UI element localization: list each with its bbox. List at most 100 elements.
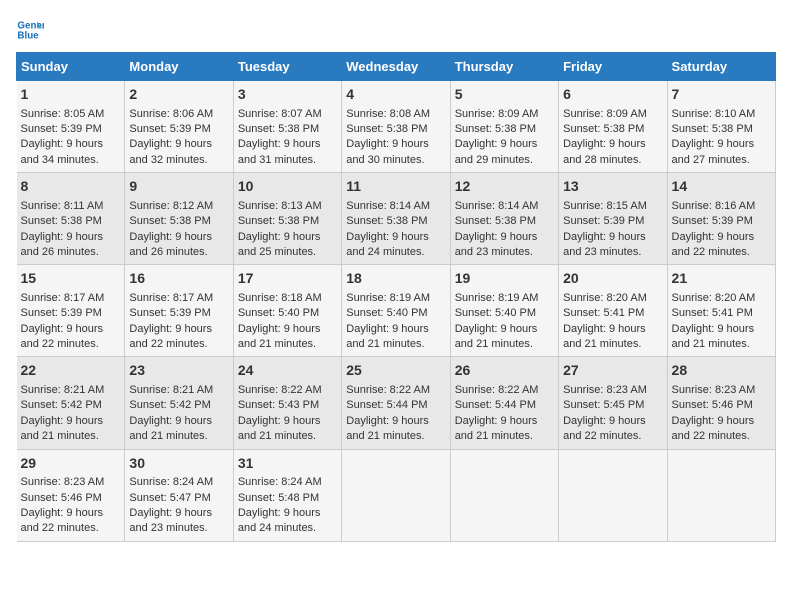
calendar-cell: 11Sunrise: 8:14 AMSunset: 5:38 PMDayligh… [342,173,450,265]
daylight-text: Daylight: 9 hours and 22 minutes. [672,415,755,442]
daylight-text: Daylight: 9 hours and 21 minutes. [238,415,321,442]
day-number: 18 [346,269,445,289]
day-number: 21 [672,269,771,289]
daylight-text: Daylight: 9 hours and 21 minutes. [129,415,212,442]
day-header-wednesday: Wednesday [342,53,450,81]
day-number: 11 [346,177,445,197]
day-number: 26 [455,361,554,381]
day-number: 2 [129,85,228,105]
calendar-cell: 5Sunrise: 8:09 AMSunset: 5:38 PMDaylight… [450,81,558,173]
day-number: 19 [455,269,554,289]
sunset-text: Sunset: 5:44 PM [346,399,427,411]
calendar-cell [667,449,775,541]
daylight-text: Daylight: 9 hours and 31 minutes. [238,138,321,165]
sunset-text: Sunset: 5:38 PM [672,123,753,135]
calendar-cell: 18Sunrise: 8:19 AMSunset: 5:40 PMDayligh… [342,265,450,357]
day-number: 27 [563,361,662,381]
calendar-cell: 27Sunrise: 8:23 AMSunset: 5:45 PMDayligh… [559,357,667,449]
sunrise-text: Sunrise: 8:19 AM [455,292,539,304]
sunset-text: Sunset: 5:38 PM [238,215,319,227]
calendar-cell: 2Sunrise: 8:06 AMSunset: 5:39 PMDaylight… [125,81,233,173]
daylight-text: Daylight: 9 hours and 21 minutes. [455,415,538,442]
sunset-text: Sunset: 5:43 PM [238,399,319,411]
sunset-text: Sunset: 5:44 PM [455,399,536,411]
day-number: 10 [238,177,337,197]
calendar-cell: 13Sunrise: 8:15 AMSunset: 5:39 PMDayligh… [559,173,667,265]
day-number: 17 [238,269,337,289]
day-number: 16 [129,269,228,289]
sunrise-text: Sunrise: 8:23 AM [21,476,105,488]
calendar-cell: 7Sunrise: 8:10 AMSunset: 5:38 PMDaylight… [667,81,775,173]
sunrise-text: Sunrise: 8:14 AM [455,200,539,212]
calendar-cell: 29Sunrise: 8:23 AMSunset: 5:46 PMDayligh… [17,449,125,541]
sunrise-text: Sunrise: 8:05 AM [21,108,105,120]
day-number: 4 [346,85,445,105]
daylight-text: Daylight: 9 hours and 32 minutes. [129,138,212,165]
sunset-text: Sunset: 5:40 PM [455,307,536,319]
sunrise-text: Sunrise: 8:24 AM [129,476,213,488]
week-row-1: 1 Sunrise: 8:05 AM Sunset: 5:39 PM Daylight… [17,81,776,173]
sunrise-text: Sunrise: 8:10 AM [672,108,756,120]
day-number: 1 [21,85,121,105]
sunset-text: Sunset: 5:42 PM [21,399,102,411]
sunset-text: Sunset: 5:39 PM [129,123,210,135]
day-number: 14 [672,177,771,197]
calendar-cell: 10Sunrise: 8:13 AMSunset: 5:38 PMDayligh… [233,173,341,265]
calendar-cell [342,449,450,541]
sunrise-text: Sunrise: 8:23 AM [672,384,756,396]
calendar-cell: 12Sunrise: 8:14 AMSunset: 5:38 PMDayligh… [450,173,558,265]
daylight-text: Daylight: 9 hours and 26 minutes. [21,231,104,258]
sunrise-text: Sunrise: 8:16 AM [672,200,756,212]
sunset-text: Sunset: 5:46 PM [21,492,102,504]
sunrise-text: Sunrise: 8:19 AM [346,292,430,304]
calendar-cell: 14 Sunrise: 8:16 AM Sunset: 5:39 PM Dayligh… [667,173,775,265]
daylight-text: Daylight: 9 hours and 23 minutes. [129,507,212,534]
daylight-text: Daylight: 9 hours and 24 minutes. [238,507,321,534]
calendar-cell: 15Sunrise: 8:17 AMSunset: 5:39 PMDayligh… [17,265,125,357]
daylight-text: Daylight: 9 hours and 26 minutes. [129,231,212,258]
sunrise-text: Sunrise: 8:13 AM [238,200,322,212]
calendar-cell: 9Sunrise: 8:12 AMSunset: 5:38 PMDaylight… [125,173,233,265]
day-header-monday: Monday [125,53,233,81]
sunset-text: Sunset: 5:39 PM [21,307,102,319]
sunrise-text: Sunrise: 8:22 AM [238,384,322,396]
calendar-cell: 19 Sunrise: 8:19 AM Sunset: 5:40 PM Dayligh… [450,265,558,357]
day-header-saturday: Saturday [667,53,775,81]
svg-text:Blue: Blue [17,30,39,41]
sunset-text: Sunset: 5:39 PM [563,215,644,227]
calendar-cell: 8Sunrise: 8:11 AMSunset: 5:38 PMDaylight… [17,173,125,265]
daylight-text: Daylight: 9 hours and 23 minutes. [455,231,538,258]
daylight-text: Daylight: 9 hours and 22 minutes. [21,323,104,350]
day-number: 6 [563,85,662,105]
daylight-text: Daylight: 9 hours and 21 minutes. [455,323,538,350]
sunrise-text: Sunrise: 8:11 AM [21,200,104,212]
sunrise-text: Sunrise: 8:14 AM [346,200,430,212]
week-row-2: 8Sunrise: 8:11 AMSunset: 5:38 PMDaylight… [17,173,776,265]
daylight-text: Daylight: 9 hours and 21 minutes. [672,323,755,350]
daylight-text: Daylight: 9 hours and 24 minutes. [346,231,429,258]
sunset-text: Sunset: 5:41 PM [563,307,644,319]
calendar-cell: 21Sunrise: 8:20 AMSunset: 5:41 PMDayligh… [667,265,775,357]
daylight-text: Daylight: 9 hours and 29 minutes. [455,138,538,165]
sunrise-text: Sunrise: 8:12 AM [129,200,213,212]
sunrise-text: Sunrise: 8:18 AM [238,292,322,304]
day-number: 9 [129,177,228,197]
calendar-cell: 4Sunrise: 8:08 AMSunset: 5:38 PMDaylight… [342,81,450,173]
sunset-text: Sunset: 5:39 PM [672,215,753,227]
day-header-sunday: Sunday [17,53,125,81]
calendar-cell: 30Sunrise: 8:24 AMSunset: 5:47 PMDayligh… [125,449,233,541]
logo-icon: General Blue [16,16,44,44]
sunrise-text: Sunrise: 8:24 AM [238,476,322,488]
calendar-cell: 6Sunrise: 8:09 AMSunset: 5:38 PMDaylight… [559,81,667,173]
day-number: 3 [238,85,337,105]
sunset-text: Sunset: 5:45 PM [563,399,644,411]
sunset-text: Sunset: 5:39 PM [21,123,102,135]
daylight-text: Daylight: 9 hours and 22 minutes. [672,231,755,258]
sunrise-text: Sunrise: 8:17 AM [21,292,105,304]
calendar-cell: 20Sunrise: 8:20 AMSunset: 5:41 PMDayligh… [559,265,667,357]
day-number: 31 [238,454,337,474]
sunrise-text: Sunrise: 8:22 AM [455,384,539,396]
sunrise-text: Sunrise: 8:09 AM [563,108,647,120]
sunrise-text: Sunrise: 8:20 AM [563,292,647,304]
day-header-thursday: Thursday [450,53,558,81]
